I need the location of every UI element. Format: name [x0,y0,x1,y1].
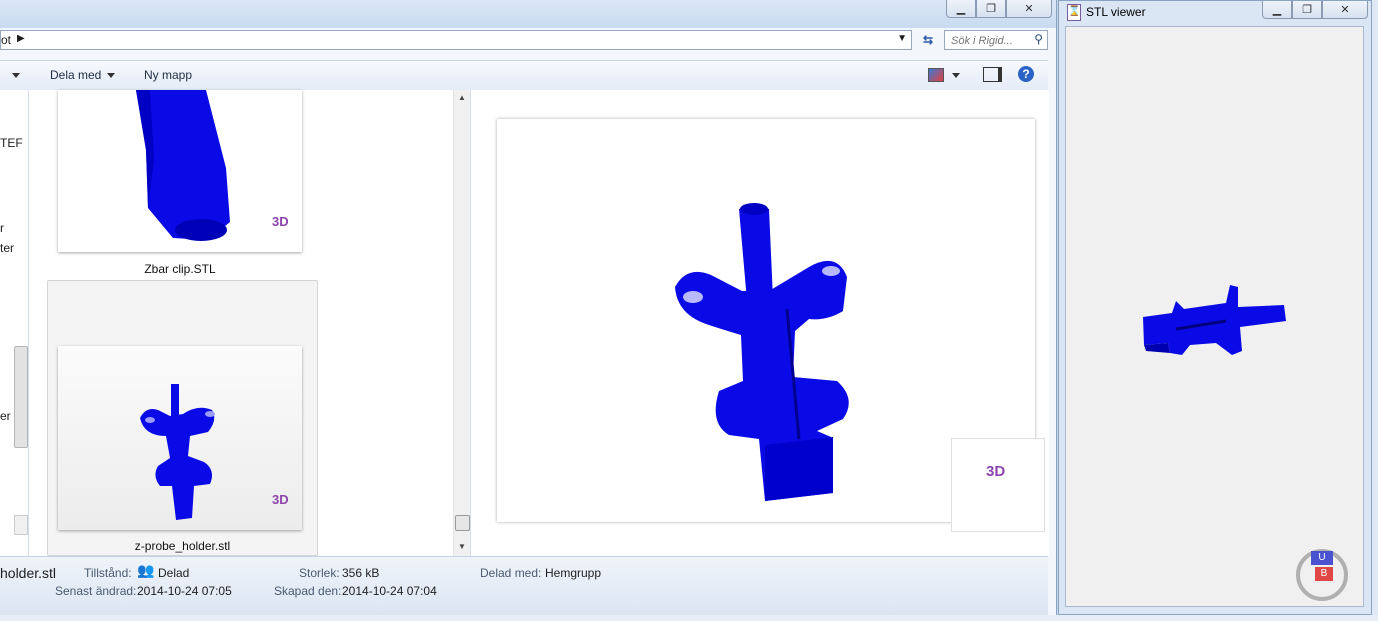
new-folder-label: Ny mapp [144,68,193,82]
viewer-app-icon: ⌛ [1067,4,1081,21]
shared-with-value: Hemgrupp [545,566,602,580]
scroll-thumb[interactable] [455,515,470,531]
shared-with-label: Delad med: [480,566,542,580]
shared-users-icon: 👥 [137,562,155,578]
command-toolbar: Dela med Ny mapp ? [0,60,1048,91]
preview-logo-icon: 3D [986,463,1006,480]
taskbar-edge [0,615,1378,621]
preview-pane-icon[interactable] [983,67,1002,82]
scroll-up-icon[interactable]: ▲ [458,93,466,102]
nav-item-fragment[interactable]: er [0,409,11,423]
nav-scroll-track[interactable] [14,515,28,535]
viewer-minimize-button[interactable]: ▁ [1262,1,1292,19]
file-thumbnail: 3D [58,346,302,530]
new-folder-button[interactable]: Ny mapp [144,68,192,82]
view-cube-top-face[interactable]: U [1311,551,1333,565]
status-value: Delad [158,566,190,580]
viewer-3d-canvas[interactable]: U B [1065,26,1364,607]
organize-caret-icon[interactable] [12,73,20,78]
address-bar[interactable]: ot ▶ ▼ [0,30,912,50]
nav-item-fragment[interactable]: r [0,221,4,235]
viewer-model [1143,285,1286,355]
viewer-close-button[interactable]: ✕ [1322,1,1368,19]
viewer-title: STL viewer [1086,5,1146,19]
file-thumbnail: 3D [58,90,302,252]
z-probe-model [140,384,215,520]
search-box[interactable]: ⚲ [944,30,1048,50]
file-list: 3D Zbar clip.STL 3D z-probe_holder.stl [29,90,470,556]
explorer-window: ▁ ❐ ✕ ot ▶ ▼ ⇆ ⚲ Dela med Ny mapp ? TEF … [0,0,1057,616]
viewer-titlebar[interactable]: ⌛ STL viewer ▁ ❐ ✕ [1059,1,1371,25]
explorer-titlebar[interactable]: ▁ ❐ ✕ [0,0,1056,28]
address-text: ot [1,33,12,47]
explorer-caption-buttons: ▁ ❐ ✕ [946,0,1052,18]
nav-item-fragment[interactable]: ter [0,241,14,255]
minimize-button[interactable]: ▁ [946,0,976,18]
search-icon[interactable]: ⚲ [1034,32,1043,46]
address-dropdown-icon[interactable]: ▼ [897,33,907,44]
zbar-clip-model [136,90,230,241]
help-icon[interactable]: ? [1018,66,1034,82]
file-name: z-probe_holder.stl [134,539,231,553]
details-pane: holder.stl Tillstånd: 👥 Delad Storlek: 3… [0,556,1048,616]
thumb-logo-icon: 3D [272,214,289,229]
change-view-icon[interactable] [928,68,944,82]
viewer-maximize-button[interactable]: ❐ [1292,1,1322,19]
details-file-name: holder.stl [0,565,57,581]
file-tile-selected[interactable]: 3D z-probe_holder.stl [47,280,318,556]
maximize-button[interactable]: ❐ [976,0,1006,18]
scroll-down-icon[interactable]: ▼ [458,542,466,551]
file-tile[interactable]: 3D Zbar clip.STL [58,90,302,276]
modified-value: 2014-10-24 07:05 [137,584,232,598]
preview-pane: 3D [470,90,1049,556]
view-caret-icon[interactable] [952,73,960,78]
size-label: Storlek: [299,566,340,580]
preview-logo-box: 3D [951,438,1045,532]
file-name: Zbar clip.STL [144,262,216,276]
modified-label: Senast ändrad: [55,584,137,598]
status-label: Tillstånd: [84,566,132,580]
share-with-button[interactable]: Dela med [50,68,116,82]
thumb-logo-icon: 3D [272,492,289,507]
created-value: 2014-10-24 07:04 [342,584,437,598]
file-pane-scrollbar[interactable]: ▲ ▼ [453,90,471,556]
close-button[interactable]: ✕ [1006,0,1052,18]
breadcrumb-arrow-icon[interactable]: ▶ [17,33,25,44]
nav-item-fragment[interactable]: TEF [0,136,23,150]
navigation-pane[interactable]: TEF r ter er [0,90,29,556]
nav-scrollbar-thumb[interactable] [14,346,28,448]
size-value: 356 kB [342,566,380,580]
search-input[interactable] [949,32,1031,49]
viewer-caption-buttons: ▁ ❐ ✕ [1262,1,1368,19]
view-cube-front-face[interactable]: B [1315,567,1333,581]
share-caret-icon [107,72,116,78]
share-with-label: Dela med [50,68,102,82]
created-label: Skapad den: [274,584,342,598]
refresh-icon[interactable]: ⇆ [916,31,940,49]
